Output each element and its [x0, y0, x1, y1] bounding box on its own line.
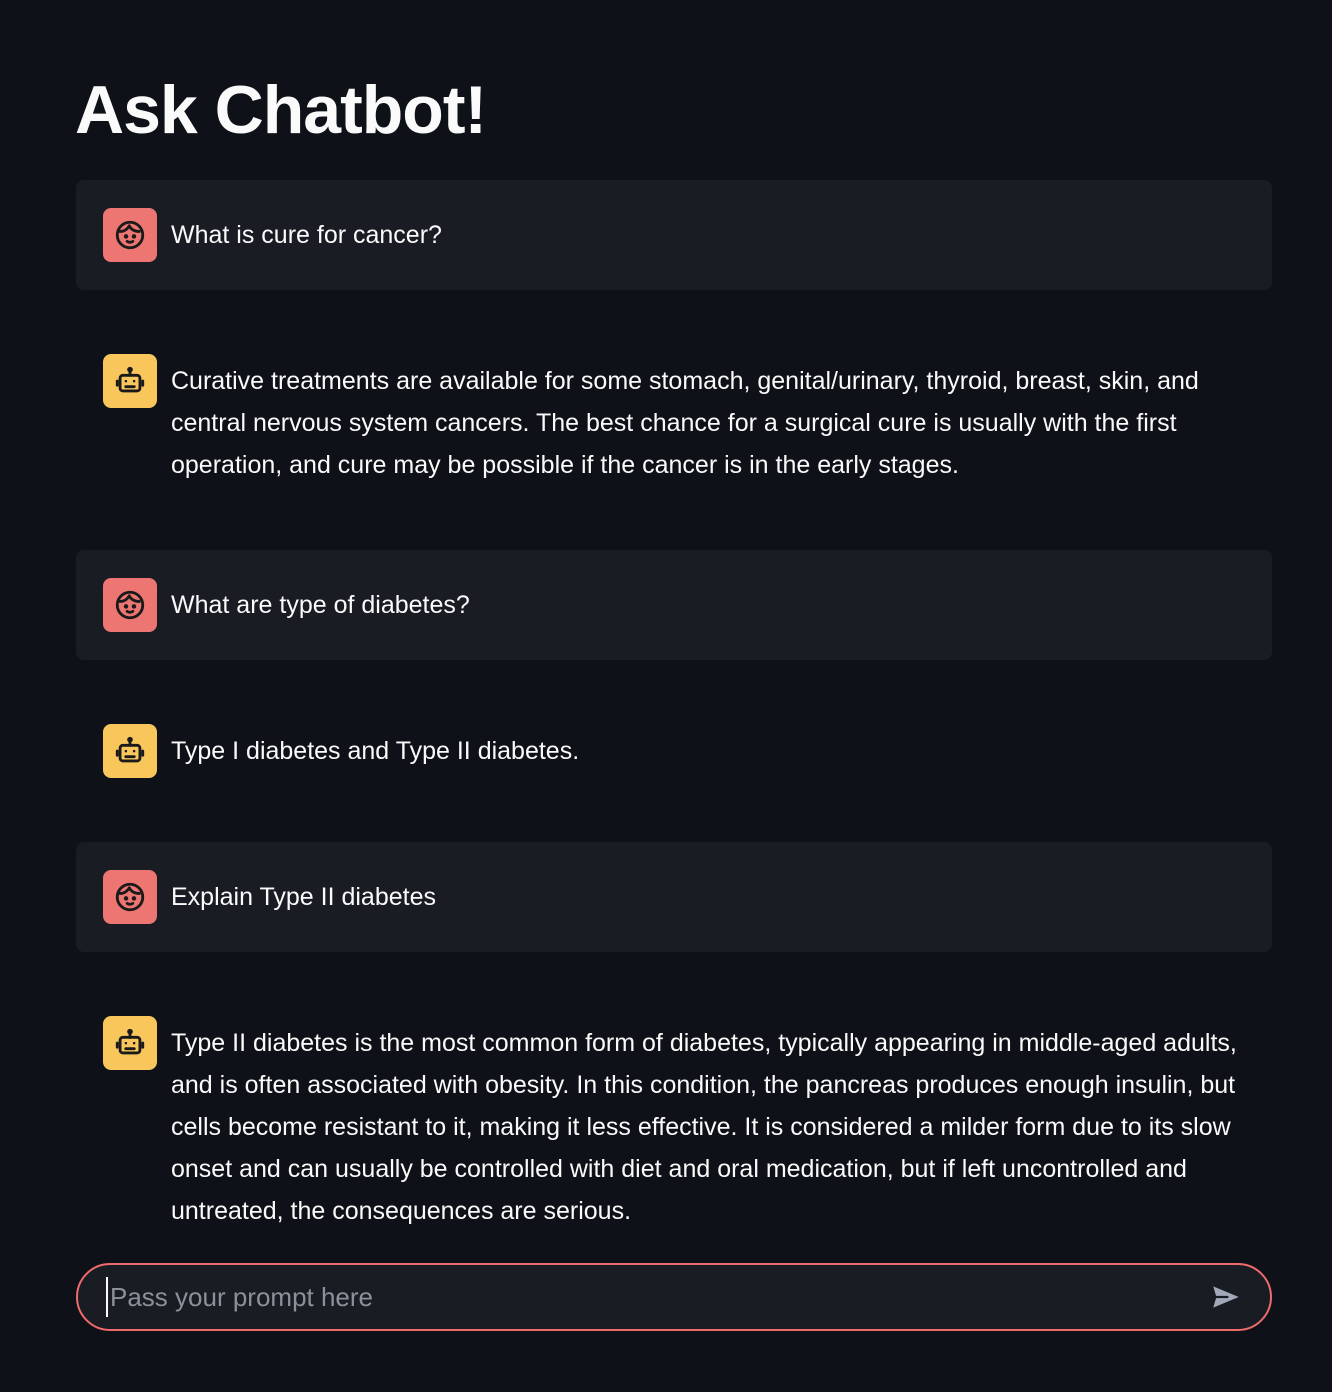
- chat-message-assistant: Type I diabetes and Type II diabetes.: [76, 688, 1272, 814]
- chat-message-user: What are type of diabetes?: [76, 550, 1272, 660]
- page-title: Ask Chatbot!: [75, 72, 487, 148]
- message-text: Type II diabetes is the most common form…: [171, 1029, 1237, 1225]
- chat-prompt-input[interactable]: [106, 1277, 1206, 1317]
- chat-message-assistant: Type II diabetes is the most common form…: [76, 980, 1272, 1268]
- send-button[interactable]: [1206, 1277, 1246, 1317]
- robot-icon: [115, 1028, 145, 1055]
- user-avatar: [103, 208, 157, 262]
- chat-message-assistant: Curative treatments are available for so…: [76, 318, 1272, 522]
- message-text: Curative treatments are available for so…: [171, 367, 1199, 479]
- assistant-avatar: [103, 354, 157, 408]
- face-icon: [115, 882, 145, 912]
- message-text: What are type of diabetes?: [171, 591, 470, 619]
- message-text: Type I diabetes and Type II diabetes.: [171, 737, 580, 765]
- message-text: Explain Type II diabetes: [171, 883, 436, 911]
- user-avatar: [103, 870, 157, 924]
- robot-icon: [115, 366, 145, 393]
- chat-input-bar: [76, 1263, 1272, 1331]
- face-icon: [115, 220, 145, 250]
- chat-message-list: What is cure for cancer? Curative treatm…: [76, 180, 1272, 1296]
- robot-icon: [115, 736, 145, 763]
- assistant-avatar: [103, 724, 157, 778]
- chat-message-user: What is cure for cancer?: [76, 180, 1272, 290]
- send-icon: [1213, 1286, 1239, 1308]
- face-icon: [115, 590, 145, 620]
- user-avatar: [103, 578, 157, 632]
- assistant-avatar: [103, 1016, 157, 1070]
- chat-message-user: Explain Type II diabetes: [76, 842, 1272, 952]
- message-text: What is cure for cancer?: [171, 221, 442, 249]
